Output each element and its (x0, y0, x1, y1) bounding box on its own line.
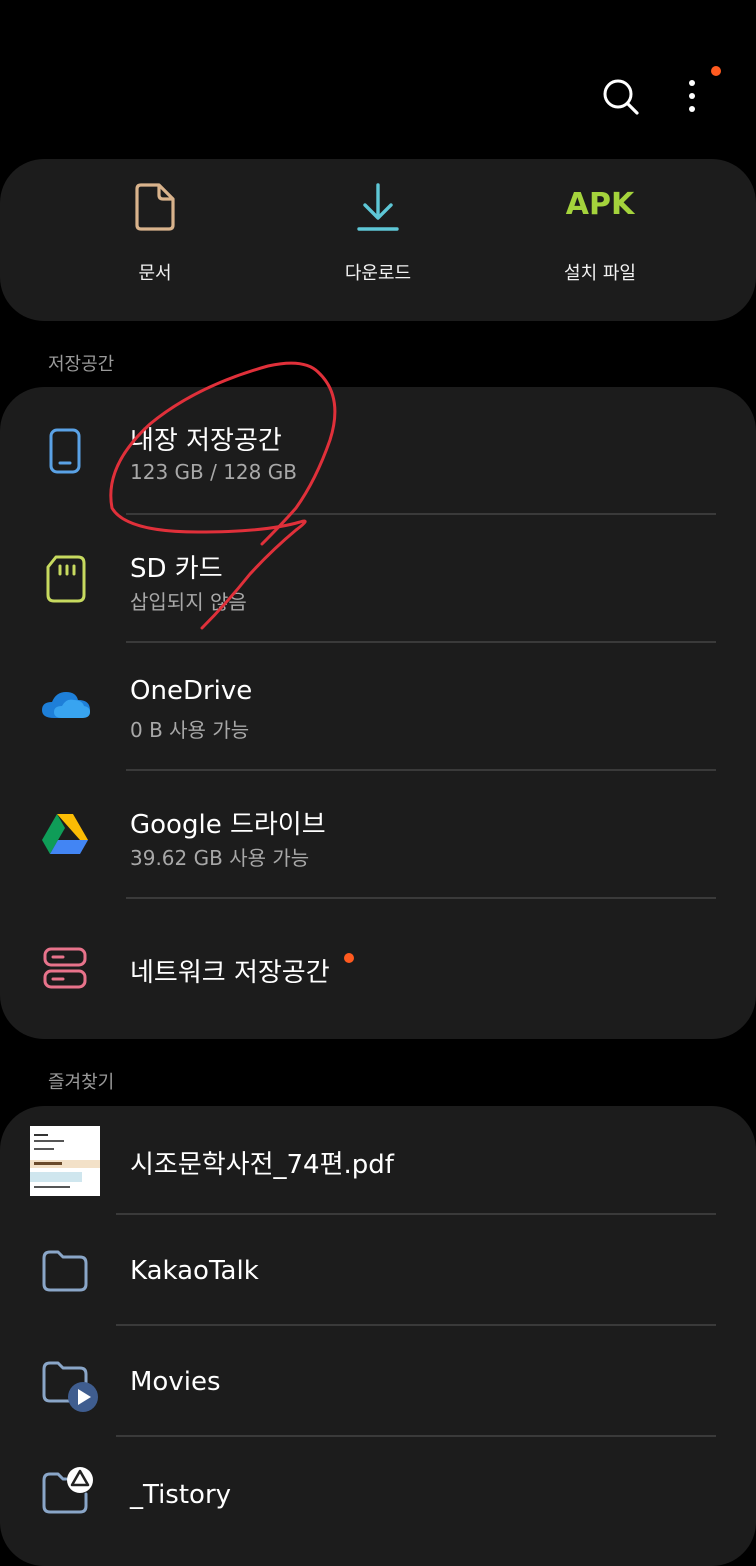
storage-item-internal[interactable]: 내장 저장공간 123 GB / 128 GB (0, 388, 756, 514)
divider (126, 513, 716, 515)
phone-icon (49, 428, 81, 474)
storage-item-subtitle: 39.62 GB 사용 가능 (130, 846, 310, 870)
favorite-item-tistory[interactable]: _Tistory (0, 1438, 756, 1532)
divider (116, 1435, 716, 1437)
favorite-item-kakaotalk[interactable]: KakaoTalk (0, 1216, 756, 1324)
quick-access-label: 문서 (138, 263, 172, 284)
search-button[interactable] (598, 74, 644, 120)
favorite-item-pdf[interactable]: 시조문학사전_74편.pdf (0, 1110, 756, 1214)
favorites-section-title: 즐겨찾기 (48, 1072, 115, 1093)
search-icon (603, 79, 639, 115)
favorite-item-movies[interactable]: Movies (0, 1327, 756, 1435)
google-drive-icon (42, 814, 88, 854)
favorite-item-title: Movies (130, 1367, 221, 1397)
document-icon (135, 183, 175, 231)
quick-access-label: 다운로드 (344, 263, 412, 284)
apk-icon: APK (565, 187, 635, 222)
divider (126, 641, 716, 643)
divider (126, 897, 716, 899)
divider (116, 1324, 716, 1326)
divider (126, 769, 716, 771)
storage-item-network[interactable]: 네트워크 저장공간 (0, 900, 756, 1036)
storage-item-title: 네트워크 저장공간 (130, 958, 330, 988)
storage-item-title: 내장 저장공간 (130, 426, 282, 456)
folder-video-icon (42, 1361, 98, 1412)
network-storage-new-badge (344, 953, 354, 963)
storage-section-title: 저장공간 (48, 354, 115, 375)
storage-item-title: Google 드라이브 (130, 810, 326, 840)
storage-item-subtitle: 0 B 사용 가능 (130, 718, 250, 742)
folder-drive-icon (42, 1467, 93, 1514)
sd-card-icon (46, 555, 86, 603)
storage-item-sd-card[interactable]: SD 카드 삽입되지 않음 (0, 516, 756, 642)
pdf-thumbnail (30, 1126, 100, 1196)
onedrive-icon (42, 692, 90, 718)
more-options-button[interactable] (676, 74, 706, 120)
storage-item-subtitle: 123 GB / 128 GB (130, 460, 297, 484)
network-storage-icon (43, 947, 87, 989)
notification-dot (711, 66, 721, 76)
favorite-item-title: _Tistory (130, 1480, 232, 1510)
quick-access-downloads[interactable]: 다운로드 (298, 161, 458, 291)
storage-item-title: SD 카드 (130, 554, 223, 584)
favorite-item-title: 시조문학사전_74편.pdf (130, 1150, 394, 1180)
favorite-item-title: KakaoTalk (130, 1256, 259, 1286)
more-vert-icon (689, 80, 695, 112)
quick-access-install-files[interactable]: APK 설치 파일 (520, 161, 680, 291)
storage-item-subtitle: 삽입되지 않음 (130, 590, 247, 614)
download-icon (357, 183, 399, 231)
storage-item-onedrive[interactable]: OneDrive 0 B 사용 가능 (0, 644, 756, 770)
folder-icon (42, 1250, 88, 1292)
quick-access-documents[interactable]: 문서 (75, 161, 235, 291)
storage-item-title: OneDrive (130, 676, 253, 706)
storage-item-google-drive[interactable]: Google 드라이브 39.62 GB 사용 가능 (0, 772, 756, 898)
quick-access-label: 설치 파일 (564, 263, 636, 284)
divider (116, 1213, 716, 1215)
